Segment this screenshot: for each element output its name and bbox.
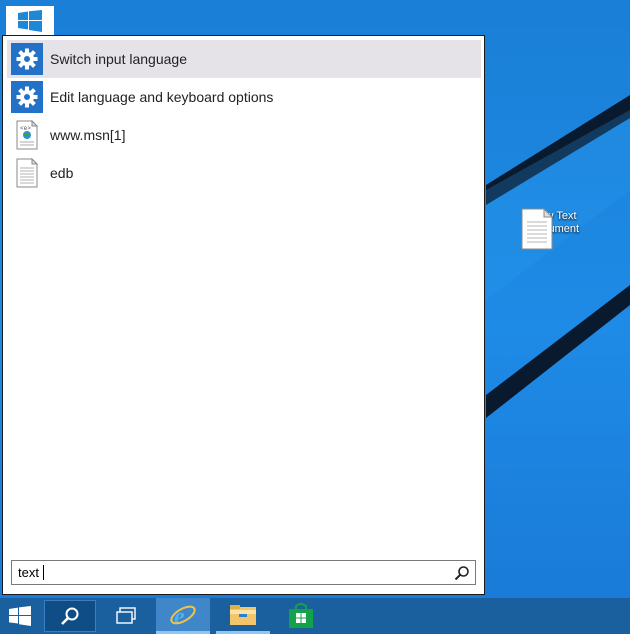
text-file-icon xyxy=(11,157,43,189)
web-document-icon: <e> xyxy=(11,119,43,151)
search-input[interactable] xyxy=(12,561,448,584)
result-label: Edit language and keyboard options xyxy=(50,89,274,105)
search-box[interactable] xyxy=(11,560,476,585)
taskbar-search-button[interactable] xyxy=(44,600,96,632)
taskbar-internet-explorer[interactable]: e xyxy=(156,598,210,634)
task-view-icon xyxy=(116,607,136,624)
taskbar-store[interactable] xyxy=(276,598,326,634)
result-label: Switch input language xyxy=(50,51,187,67)
text-caret xyxy=(43,565,44,580)
start-button[interactable] xyxy=(0,598,40,634)
result-www-msn[interactable]: <e> www.msn[1] xyxy=(7,116,481,154)
search-results-list: Switch input language Edit language and … xyxy=(7,40,481,192)
search-icon[interactable] xyxy=(454,565,470,581)
result-edit-language-options[interactable]: Edit language and keyboard options xyxy=(7,78,481,116)
folder-icon xyxy=(230,604,256,625)
taskbar: e xyxy=(0,598,630,634)
svg-text:<e>: <e> xyxy=(20,125,31,132)
desktop-icon-new-text-document[interactable]: New Text Document xyxy=(520,208,588,250)
text-document-icon xyxy=(521,208,554,250)
task-view-button[interactable] xyxy=(104,598,148,634)
windows-logo-icon xyxy=(18,10,42,32)
taskbar-file-explorer[interactable] xyxy=(216,598,270,634)
store-icon xyxy=(289,603,313,628)
result-label: www.msn[1] xyxy=(50,127,126,143)
windows-logo-icon xyxy=(9,606,31,626)
result-switch-input-language[interactable]: Switch input language xyxy=(7,40,481,78)
internet-explorer-icon: e xyxy=(170,604,196,629)
start-search-panel: Switch input language Edit language and … xyxy=(2,35,485,595)
result-label: edb xyxy=(50,165,74,181)
gear-icon xyxy=(11,43,43,75)
result-edb[interactable]: edb xyxy=(7,154,481,192)
gear-icon xyxy=(11,81,43,113)
windows-logo-tile xyxy=(6,6,54,36)
search-icon xyxy=(61,607,79,625)
